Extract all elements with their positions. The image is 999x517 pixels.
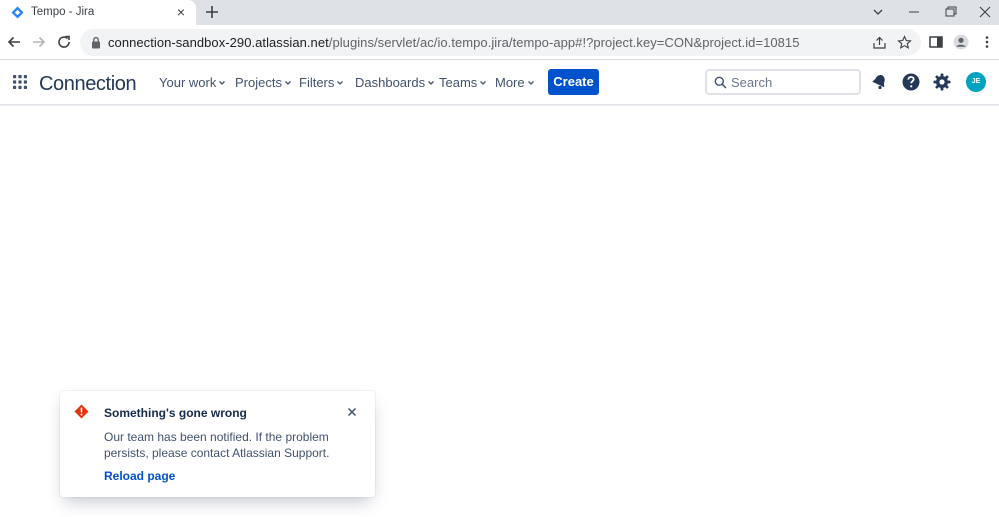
nav-filters-label: Filters (299, 75, 335, 90)
chevron-down-icon (480, 80, 487, 85)
url-text[interactable]: connection-sandbox-290.atlassian.net/plu… (108, 35, 800, 50)
window-close-icon[interactable] (975, 3, 995, 21)
error-flag: Something's gone wrong Our team has been… (60, 391, 375, 497)
tab-search-chevron-icon[interactable] (868, 3, 888, 21)
nav-your-work-label: Your work (159, 75, 217, 90)
chevron-down-icon (219, 80, 226, 85)
reload-icon[interactable] (55, 33, 73, 51)
site-logo[interactable]: Connection (39, 73, 137, 96)
nav-projects-label: Projects (235, 75, 282, 90)
create-button[interactable]: Create (548, 69, 599, 95)
notifications-bell-icon[interactable] (870, 72, 890, 92)
flag-description: Our team has been notified. If the probl… (104, 430, 330, 460)
browser-toolbar: connection-sandbox-290.atlassian.net/plu… (0, 25, 999, 60)
nav-dashboards[interactable]: Dashboards (355, 75, 435, 90)
search-icon (714, 76, 727, 89)
browser-tab[interactable]: Tempo - Jira × (0, 0, 196, 25)
chevron-down-icon (337, 80, 344, 85)
profile-icon[interactable] (953, 34, 969, 50)
chevron-down-icon (428, 80, 435, 85)
share-icon[interactable] (872, 35, 887, 50)
minimize-icon[interactable] (904, 3, 924, 21)
jira-top-nav: Connection Your work Projects Filters Da… (0, 60, 999, 105)
forward-arrow-icon[interactable] (30, 33, 48, 51)
tab-title: Tempo - Jira (31, 6, 95, 18)
side-panel-icon[interactable] (928, 34, 944, 50)
flag-title: Something's gone wrong (104, 406, 247, 420)
browser-menu-icon[interactable] (979, 34, 995, 50)
close-icon[interactable] (345, 405, 359, 419)
nav-dashboards-label: Dashboards (355, 75, 426, 90)
address-bar[interactable]: connection-sandbox-290.atlassian.net/plu… (80, 29, 921, 56)
nav-projects[interactable]: Projects (235, 75, 292, 90)
nav-filters[interactable]: Filters (299, 75, 344, 90)
app-switcher-grid-icon[interactable] (12, 74, 28, 90)
reload-page-link[interactable]: Reload page (104, 469, 175, 483)
jira-favicon-icon (11, 6, 24, 19)
error-warning-icon (74, 404, 89, 419)
back-arrow-icon[interactable] (5, 33, 23, 51)
url-path: /plugins/servlet/ac/io.tempo.jira/tempo-… (328, 35, 800, 50)
url-host: connection-sandbox-290.atlassian.net (108, 35, 329, 50)
search-input[interactable]: Search (705, 69, 861, 95)
help-icon[interactable] (901, 72, 921, 92)
settings-gear-icon[interactable] (932, 72, 952, 92)
avatar[interactable]: JE (966, 72, 986, 92)
chevron-down-icon (527, 80, 534, 85)
nav-your-work[interactable]: Your work (159, 75, 226, 90)
browser-tab-strip: Tempo - Jira × (0, 0, 999, 25)
nav-more[interactable]: More (495, 75, 535, 90)
search-placeholder: Search (731, 75, 773, 90)
bookmark-star-icon[interactable] (897, 35, 912, 50)
chevron-down-icon (285, 80, 291, 85)
tab-close-icon[interactable]: × (174, 5, 188, 19)
new-tab-icon[interactable] (203, 3, 221, 21)
lock-icon[interactable] (90, 36, 102, 49)
nav-teams[interactable]: Teams (439, 75, 487, 90)
nav-teams-label: Teams (439, 75, 478, 90)
nav-more-label: More (495, 75, 525, 90)
restore-icon[interactable] (940, 3, 960, 21)
